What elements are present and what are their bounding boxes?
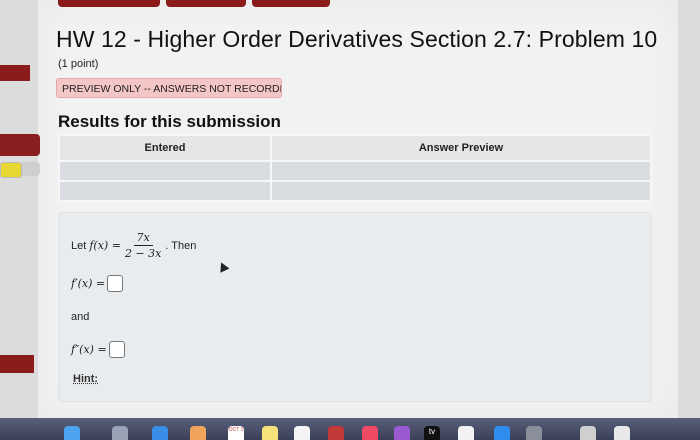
table-row: [58, 160, 652, 182]
sidebar-tab[interactable]: [22, 162, 40, 176]
sidebar-tab[interactable]: [0, 65, 30, 81]
table-header-row: Entered Answer Preview: [58, 134, 652, 162]
page-title: HW 12 - Higher Order Derivatives Section…: [56, 26, 658, 52]
answer-preview-cell: [270, 160, 652, 182]
preview-icon[interactable]: [614, 426, 630, 440]
launchpad-icon[interactable]: [112, 426, 128, 440]
dock: OCT 1 tv: [0, 418, 700, 440]
hint-link[interactable]: Hint:: [73, 373, 98, 385]
then-text: . Then: [165, 239, 197, 252]
reminders-icon[interactable]: [294, 426, 310, 440]
function-fraction: 7x 2 − 3x: [125, 231, 161, 260]
sidebar-tab[interactable]: [0, 355, 34, 373]
second-derivative-label: f″(x) =: [71, 343, 107, 356]
first-derivative-row: f′(x) =: [71, 275, 124, 292]
music-icon[interactable]: [362, 426, 378, 440]
problem-list-button[interactable]: [166, 0, 246, 7]
and-text: and: [71, 311, 90, 323]
entered-column-header: Entered: [58, 134, 272, 162]
calendar-icon[interactable]: OCT 1: [228, 426, 244, 440]
problem-nav: [58, 0, 330, 8]
problem-function-line: Let f(x) = 7x 2 − 3x . Then: [71, 231, 196, 260]
second-derivative-answer-input[interactable]: [108, 341, 125, 358]
finder-icon[interactable]: [64, 426, 80, 440]
news-icon[interactable]: [458, 426, 474, 440]
problem-points: (1 point): [58, 58, 99, 70]
photos-icon[interactable]: [190, 426, 206, 440]
entered-cell: [58, 160, 272, 182]
appstore-icon[interactable]: [494, 426, 510, 440]
second-derivative-row: f″(x) =: [71, 341, 125, 358]
tv-icon[interactable]: tv: [424, 426, 440, 440]
notes-icon[interactable]: [262, 426, 278, 440]
settings-icon[interactable]: [526, 426, 542, 440]
next-problem-button[interactable]: [252, 0, 330, 7]
table-row: [58, 180, 652, 202]
answer-preview-column-header: Answer Preview: [270, 134, 652, 162]
preview-banner: PREVIEW ONLY -- ANSWERS NOT RECORDED: [56, 78, 282, 98]
fraction-denominator: 2 − 3x: [124, 247, 162, 260]
let-text: Let: [71, 239, 87, 252]
results-table: Entered Answer Preview: [58, 134, 652, 202]
results-heading: Results for this submission: [58, 112, 281, 131]
safari-icon[interactable]: [152, 426, 168, 440]
function-lhs: f(x) =: [89, 239, 121, 252]
first-derivative-label: f′(x) =: [71, 277, 106, 290]
sidebar-highlight[interactable]: [0, 162, 22, 178]
fraction-numerator: 7x: [133, 231, 153, 246]
sidebar-tab[interactable]: [0, 134, 40, 156]
first-derivative-answer-input[interactable]: [107, 275, 124, 292]
podcasts-icon[interactable]: [394, 426, 410, 440]
keyboard-icon[interactable]: [580, 426, 596, 440]
problem-statement: Let f(x) = 7x 2 − 3x . Then f′(x) = and …: [58, 212, 652, 402]
answer-preview-cell: [270, 180, 652, 202]
entered-cell: [58, 180, 272, 202]
photo-booth-icon[interactable]: [328, 426, 344, 440]
previous-problem-button[interactable]: [58, 0, 160, 7]
